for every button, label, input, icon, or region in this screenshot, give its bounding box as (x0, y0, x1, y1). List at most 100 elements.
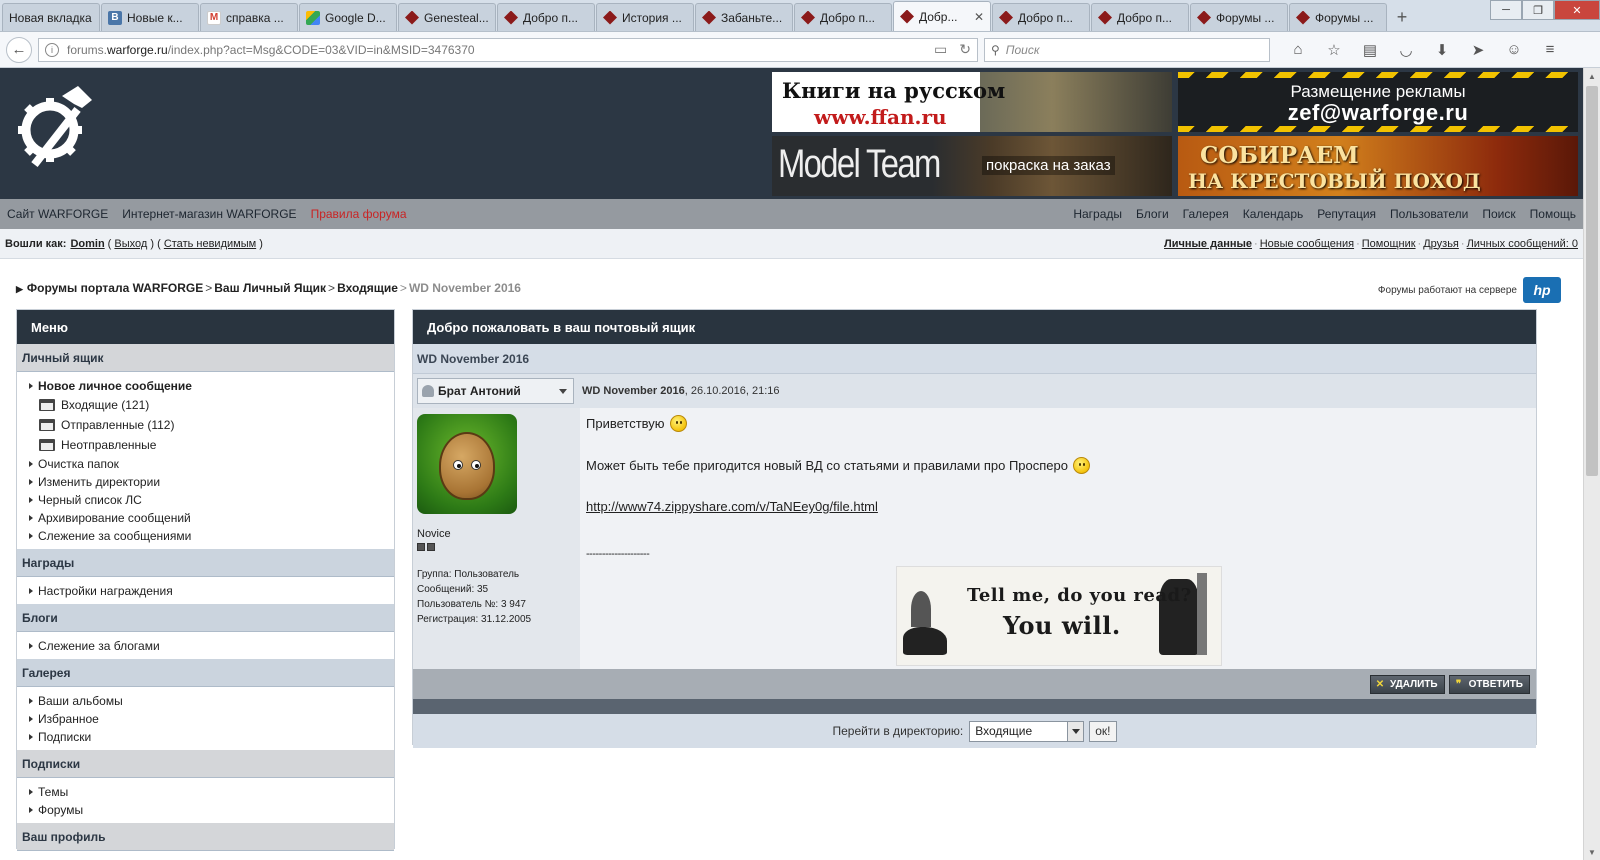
menu-item[interactable]: Ваши альбомы (17, 692, 394, 710)
warforge-logo[interactable] (12, 78, 96, 178)
browser-tab[interactable]: Форумы ... (1190, 3, 1288, 31)
breadcrumb-forums[interactable]: Форумы портала WARFORGE (27, 281, 203, 295)
nav-link[interactable]: Поиск (1482, 207, 1515, 221)
folder-icon (39, 439, 55, 451)
mail-folder-item[interactable]: Неотправленные (17, 435, 394, 455)
breadcrumb-inbox[interactable]: Входящие (337, 281, 398, 295)
close-window-icon[interactable]: ✕ (1554, 0, 1600, 20)
nav-forum-rules[interactable]: Правила форума (311, 207, 407, 221)
invisible-link[interactable]: Стать невидимым (164, 238, 256, 250)
hp-logo[interactable]: hp (1523, 277, 1561, 303)
banner-advertising[interactable]: Размещение рекламы zef@warforge.ru (1178, 72, 1578, 132)
browser-tab[interactable]: Google D... (299, 3, 397, 31)
menu-item[interactable]: Избранное (17, 710, 394, 728)
ok-button[interactable]: ок! (1089, 720, 1117, 742)
mail-folder-item[interactable]: Входящие (121) (17, 395, 394, 415)
nav-link[interactable]: Блоги (1136, 207, 1169, 221)
breadcrumb: ▶ Форумы портала WARFORGE > Ваш Личный Ящик… (16, 281, 521, 295)
menu-item[interactable]: Подписки (17, 728, 394, 746)
browser-tab[interactable]: В Новые к... (101, 3, 199, 31)
back-button[interactable]: ← (6, 36, 32, 63)
browser-tab[interactable]: Mсправка ... (200, 3, 298, 31)
home-icon[interactable]: ⌂ (1280, 41, 1316, 59)
maximize-window-icon[interactable]: ❐ (1522, 0, 1554, 20)
nav-link[interactable]: Галерея (1183, 207, 1229, 221)
download-link[interactable]: http://www74.zippyshare.com/v/TaNEey0g/f… (586, 499, 878, 514)
warforge-favicon-icon (999, 10, 1013, 25)
tab-label: Добро п... (523, 10, 578, 25)
bookmarks-list-icon[interactable]: ▤ (1352, 41, 1388, 59)
browser-tab[interactable]: Добр... ✕ (893, 1, 991, 31)
browser-tab[interactable]: Добро п... (497, 3, 595, 31)
author-dropdown[interactable]: Брат Антоний (417, 378, 574, 404)
banner-crusade[interactable]: СОБИРАЕМ НА КРЕСТОВЫЙ ПОХОД (1178, 136, 1578, 196)
logout-link[interactable]: Выход (114, 238, 147, 250)
warforge-favicon-icon (1098, 10, 1112, 25)
new-tab-icon[interactable]: + (1388, 3, 1416, 31)
logged-as-label: Вошли как: (5, 237, 67, 250)
delete-button[interactable]: ✕ УДАЛИТЬ (1369, 674, 1445, 694)
delete-icon: ✕ (1375, 678, 1385, 690)
avatar (417, 414, 517, 514)
reader-view-icon[interactable]: ▭ (934, 41, 947, 58)
chat-icon[interactable]: ☺ (1496, 41, 1532, 59)
url-bar[interactable]: i forums.warforge.ru/index.php?act=Msg&C… (38, 37, 978, 62)
nav-link[interactable]: Репутация (1317, 207, 1376, 221)
browser-tab[interactable]: Добро п... (1091, 3, 1189, 31)
browser-tab[interactable]: Добро п... (794, 3, 892, 31)
user-link[interactable]: Личных сообщений: 0 (1467, 238, 1578, 250)
nav-link[interactable]: Награды (1073, 207, 1122, 221)
tab-label: Добр... (919, 9, 958, 24)
minimize-window-icon[interactable]: ─ (1490, 0, 1522, 20)
scroll-down-icon[interactable]: ▼ (1584, 844, 1600, 860)
menu-item-label: Черный список ЛС (38, 493, 142, 507)
banner-model-team[interactable]: Model Team покраска на заказ (772, 136, 1172, 196)
scroll-up-icon[interactable]: ▲ (1584, 68, 1600, 84)
close-tab-icon[interactable]: ✕ (974, 10, 984, 24)
user-link[interactable]: Личные данные (1164, 238, 1252, 250)
menu-item[interactable]: Черный список ЛС (17, 491, 394, 509)
nav-site-warforge[interactable]: Сайт WARFORGE (7, 207, 108, 221)
user-link[interactable]: Помощник (1362, 238, 1416, 250)
pocket-icon[interactable]: ◡ (1388, 41, 1424, 59)
reply-button[interactable]: ❞ ОТВЕТИТЬ (1448, 674, 1530, 694)
banner-books[interactable]: Книги на русском www.ffan.ru (772, 72, 1172, 132)
menu-item[interactable]: Форумы (17, 801, 394, 819)
nav-link[interactable]: Календарь (1243, 207, 1304, 221)
search-bar[interactable]: ⚲ Поиск (984, 37, 1270, 62)
browser-tab[interactable]: История ... (596, 3, 694, 31)
nav-shop[interactable]: Интернет-магазин WARFORGE (122, 207, 296, 221)
mail-folder-item[interactable]: Отправленные (112) (17, 415, 394, 435)
nav-link[interactable]: Пользователи (1390, 207, 1468, 221)
breadcrumb-mailbox[interactable]: Ваш Личный Ящик (214, 281, 326, 295)
reload-icon[interactable]: ↻ (959, 41, 971, 58)
user-link[interactable]: Новые сообщения (1260, 238, 1354, 250)
menu-item[interactable]: Слежение за блогами (17, 637, 394, 655)
folder-select[interactable]: Входящие (969, 720, 1085, 742)
menu-item-label: Неотправленные (61, 438, 157, 452)
menu-item[interactable]: Слежение за сообщениями (17, 527, 394, 545)
menu-item[interactable]: Новое личное сообщение (17, 377, 394, 395)
menu-icon[interactable]: ≡ (1532, 41, 1568, 59)
browser-tab[interactable]: Новая вкладка (2, 3, 100, 31)
browser-tab[interactable]: Забаньте... (695, 3, 793, 31)
menu-item[interactable]: Настройки награждения (17, 582, 394, 600)
menu-item[interactable]: Темы (17, 783, 394, 801)
send-icon[interactable]: ➤ (1460, 41, 1496, 59)
tab-label: История ... (622, 10, 682, 25)
username-link[interactable]: Domin (70, 238, 104, 250)
browser-tab[interactable]: Добро п... (992, 3, 1090, 31)
browser-tab[interactable]: Форумы ... (1289, 3, 1387, 31)
search-placeholder: Поиск (1005, 42, 1040, 57)
menu-item[interactable]: Очистка папок (17, 455, 394, 473)
download-icon[interactable]: ⬇ (1424, 41, 1460, 59)
scrollbar-thumb[interactable] (1586, 86, 1598, 476)
bookmark-star-icon[interactable]: ☆ (1316, 41, 1352, 59)
vertical-scrollbar[interactable]: ▲ ▼ (1583, 68, 1600, 860)
menu-item[interactable]: Изменить директории (17, 473, 394, 491)
menu-item[interactable]: Архивирование сообщений (17, 509, 394, 527)
browser-tab[interactable]: Genesteal... (398, 3, 496, 31)
site-info-icon[interactable]: i (45, 42, 59, 57)
nav-link[interactable]: Помощь (1530, 207, 1576, 221)
user-link[interactable]: Друзья (1423, 238, 1459, 250)
